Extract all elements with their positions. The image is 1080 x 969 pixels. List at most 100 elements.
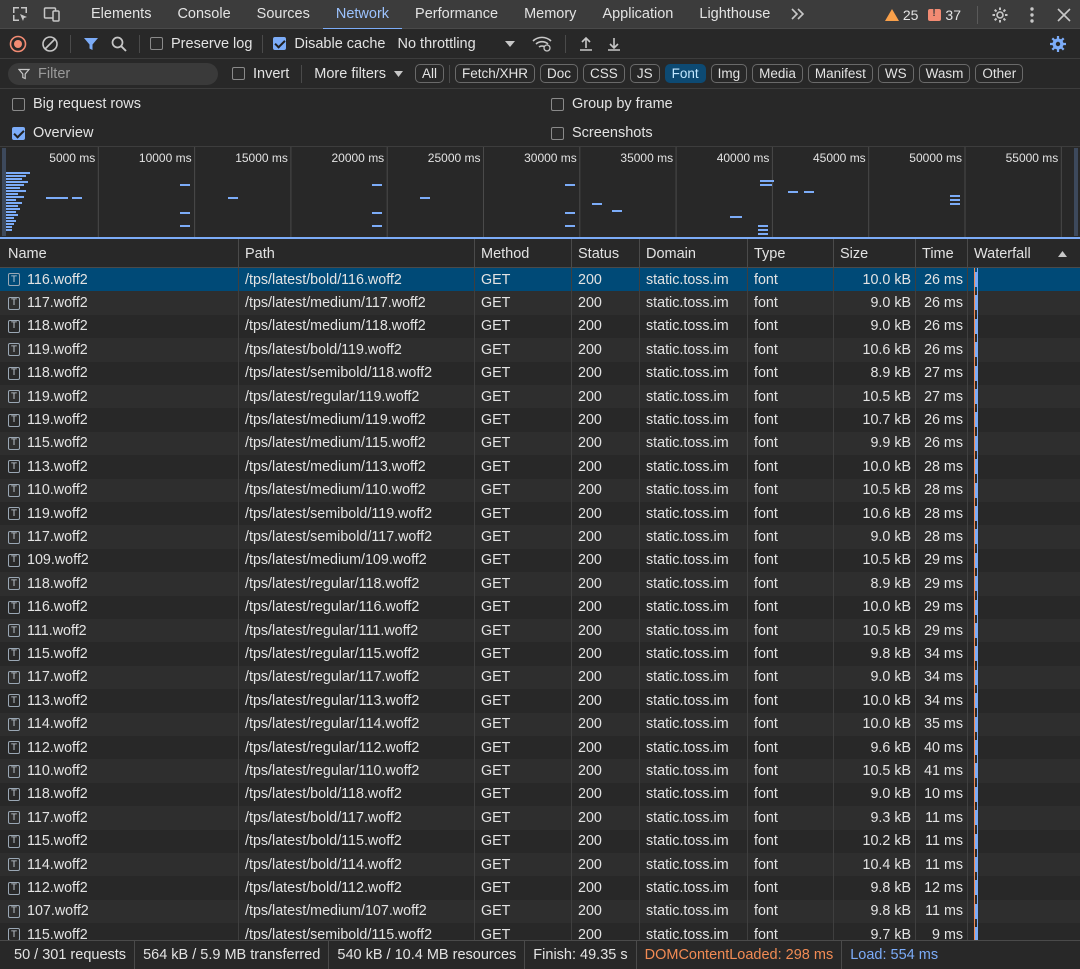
- group-by-frame-check[interactable]: [551, 97, 564, 111]
- overview-selection-right-handle[interactable]: [1074, 148, 1078, 236]
- clear-icon[interactable]: [36, 29, 64, 59]
- tab-lighthouse[interactable]: Lighthouse: [686, 0, 783, 29]
- request-name: 117.woff2: [27, 669, 88, 686]
- big-request-rows-checkbox[interactable]: Big request rows: [12, 96, 141, 112]
- column-header-waterfall[interactable]: Waterfall: [968, 239, 1078, 268]
- request-row[interactable]: T 115.woff2/tps/latest/semibold/115.woff2…: [0, 923, 1080, 940]
- request-row[interactable]: T 109.woff2/tps/latest/medium/109.woff2 GE…: [0, 549, 1080, 572]
- request-row[interactable]: T 111.woff2/tps/latest/regular/111.woff2 G…: [0, 619, 1080, 643]
- tab-application[interactable]: Application: [589, 0, 686, 29]
- request-row[interactable]: T 118.woff2/tps/latest/semibold/118.woff2…: [0, 362, 1080, 385]
- type-filter-media[interactable]: Media: [752, 64, 803, 83]
- request-row[interactable]: T 117.woff2/tps/latest/bold/117.woff2 GET 2…: [0, 806, 1080, 830]
- request-row[interactable]: T 110.woff2/tps/latest/medium/110.woff2 GE…: [0, 478, 1080, 502]
- device-toolbar-icon[interactable]: [36, 0, 68, 29]
- column-header-domain[interactable]: Domain: [640, 239, 748, 268]
- more-tabs-chevron-icon[interactable]: [783, 0, 813, 29]
- export-har-icon[interactable]: [600, 29, 628, 59]
- preserve-log-check[interactable]: [150, 37, 163, 50]
- tab-console[interactable]: Console: [164, 0, 243, 29]
- request-row[interactable]: T 118.woff2/tps/latest/bold/118.woff2 GET 2…: [0, 783, 1080, 806]
- request-row[interactable]: T 113.woff2/tps/latest/regular/113.woff2 G…: [0, 689, 1080, 712]
- filter-input[interactable]: Filter: [8, 62, 218, 85]
- request-name: 119.woff2: [27, 388, 88, 405]
- type-filter-manifest[interactable]: Manifest: [807, 64, 873, 83]
- type-filter-ws[interactable]: WS: [877, 64, 914, 83]
- screenshots-checkbox[interactable]: Screenshots: [551, 125, 653, 141]
- request-row[interactable]: T 107.woff2/tps/latest/medium/107.woff2 GE…: [0, 899, 1080, 924]
- network-settings-gear-icon[interactable]: [1044, 29, 1072, 59]
- type-filter-img[interactable]: Img: [710, 64, 748, 83]
- stop-recording-icon[interactable]: [0, 29, 36, 59]
- request-method: GET: [481, 388, 511, 405]
- request-row[interactable]: T 118.woff2/tps/latest/medium/118.woff2 GE…: [0, 315, 1080, 338]
- type-filter-doc[interactable]: Doc: [540, 64, 579, 83]
- request-row[interactable]: T 118.woff2/tps/latest/regular/118.woff2 G…: [0, 572, 1080, 596]
- inspect-element-icon[interactable]: [4, 0, 36, 29]
- close-icon[interactable]: [1048, 0, 1080, 29]
- request-row[interactable]: T 113.woff2/tps/latest/medium/113.woff2 GE…: [0, 455, 1080, 478]
- settings-gear-icon[interactable]: [984, 0, 1016, 29]
- overview-checkbox[interactable]: Overview: [12, 125, 93, 141]
- filter-funnel-icon[interactable]: [77, 29, 105, 59]
- more-filters-dropdown[interactable]: More filters: [314, 66, 403, 82]
- request-status: 200: [578, 622, 602, 639]
- group-by-frame-checkbox[interactable]: Group by frame: [551, 96, 673, 112]
- request-row[interactable]: T 112.woff2/tps/latest/bold/112.woff2 GET 2…: [0, 876, 1080, 899]
- type-filter-font[interactable]: Font: [664, 64, 706, 83]
- tab-elements[interactable]: Elements: [78, 0, 164, 29]
- import-har-icon[interactable]: [572, 29, 600, 59]
- errors-counter[interactable]: 37: [928, 7, 961, 23]
- overview-check[interactable]: [12, 126, 25, 140]
- request-row[interactable]: T 114.woff2/tps/latest/regular/114.woff2 G…: [0, 712, 1080, 736]
- preserve-log-checkbox[interactable]: Preserve log: [150, 36, 252, 52]
- column-header-size[interactable]: Size: [834, 239, 916, 268]
- request-row[interactable]: T 116.woff2/tps/latest/bold/116.woff2 GET 2…: [0, 268, 1080, 292]
- request-row[interactable]: T 119.woff2/tps/latest/semibold/119.woff2…: [0, 502, 1080, 525]
- tab-network[interactable]: Network: [322, 0, 403, 30]
- column-header-method[interactable]: Method: [475, 239, 572, 268]
- overview-selection-left-handle[interactable]: [2, 148, 6, 236]
- network-conditions-icon[interactable]: [525, 29, 559, 59]
- column-header-name[interactable]: Name: [2, 239, 239, 268]
- big-request-rows-check[interactable]: [12, 97, 25, 111]
- screenshots-check[interactable]: [551, 126, 564, 140]
- type-filter-other[interactable]: Other: [975, 64, 1024, 83]
- disable-cache-check[interactable]: [273, 37, 287, 50]
- throttling-select[interactable]: No throttling: [397, 36, 516, 52]
- network-overview-timeline[interactable]: 5000 ms 10000 ms 15000 ms 20000 ms 25000 ms 3…: [0, 147, 1080, 239]
- request-row[interactable]: T 116.woff2/tps/latest/regular/116.woff2 G…: [0, 596, 1080, 619]
- search-icon[interactable]: [105, 29, 133, 59]
- request-row[interactable]: T 114.woff2/tps/latest/bold/114.woff2 GET 2…: [0, 853, 1080, 877]
- type-filter-all[interactable]: All: [414, 64, 444, 83]
- type-filter-css[interactable]: CSS: [583, 64, 625, 83]
- column-header-type[interactable]: Type: [748, 239, 834, 268]
- request-row[interactable]: T 119.woff2/tps/latest/medium/119.woff2 GE…: [0, 408, 1080, 431]
- warnings-counter[interactable]: 25: [884, 7, 918, 23]
- disable-cache-checkbox[interactable]: Disable cache: [273, 36, 385, 52]
- more-options-icon[interactable]: [1016, 0, 1048, 29]
- request-row[interactable]: T 115.woff2/tps/latest/medium/115.woff2 GE…: [0, 431, 1080, 456]
- request-time: 27 ms: [924, 388, 963, 405]
- request-row[interactable]: T 117.woff2/tps/latest/medium/117.woff2 GE…: [0, 291, 1080, 315]
- type-filter-wasm[interactable]: Wasm: [918, 64, 971, 83]
- request-row[interactable]: T 117.woff2/tps/latest/regular/117.woff2 G…: [0, 665, 1080, 690]
- request-row[interactable]: T 119.woff2/tps/latest/regular/119.woff2 G…: [0, 385, 1080, 409]
- column-header-time[interactable]: Time: [916, 239, 968, 268]
- request-row[interactable]: T 112.woff2/tps/latest/regular/112.woff2 G…: [0, 736, 1080, 759]
- request-row[interactable]: T 119.woff2/tps/latest/bold/119.woff2 GET 2…: [0, 338, 1080, 362]
- type-filter-fetch-xhr[interactable]: Fetch/XHR: [455, 64, 536, 83]
- column-header-path[interactable]: Path: [239, 239, 475, 268]
- tab-memory[interactable]: Memory: [511, 0, 589, 29]
- invert-check[interactable]: [232, 67, 245, 80]
- tab-sources[interactable]: Sources: [244, 0, 323, 29]
- tab-performance[interactable]: Performance: [402, 0, 511, 29]
- request-row[interactable]: T 115.woff2/tps/latest/bold/115.woff2 GET 2…: [0, 830, 1080, 853]
- type-filter-js[interactable]: JS: [629, 64, 660, 83]
- request-size: 10.5 kB: [862, 622, 911, 639]
- request-row[interactable]: T 110.woff2/tps/latest/regular/110.woff2 G…: [0, 759, 1080, 783]
- column-header-status[interactable]: Status: [572, 239, 640, 268]
- invert-checkbox[interactable]: Invert: [232, 66, 289, 82]
- request-row[interactable]: T 117.woff2/tps/latest/semibold/117.woff2…: [0, 525, 1080, 549]
- request-row[interactable]: T 115.woff2/tps/latest/regular/115.woff2 G…: [0, 642, 1080, 665]
